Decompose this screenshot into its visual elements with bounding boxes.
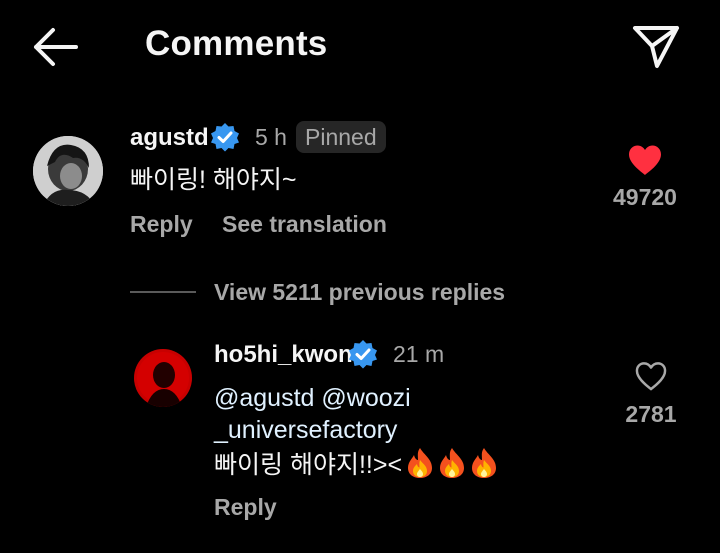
header: Comments (0, 0, 720, 95)
avatar-photo (33, 136, 103, 206)
reply-text-mention-cont[interactable]: _universefactory (214, 414, 397, 446)
verified-badge-icon (211, 123, 239, 152)
arrow-left-icon (34, 28, 78, 66)
verified-badge-icon (349, 340, 377, 369)
heart-filled-icon[interactable] (627, 144, 663, 176)
see-translation-button[interactable]: See translation (222, 211, 387, 238)
heart-outline-icon[interactable] (634, 361, 668, 391)
comment-text: 빠이링! 해야지~ (130, 166, 297, 194)
page-title: Comments (145, 24, 328, 63)
paper-plane-icon (633, 26, 679, 68)
fire-emoji-icon (472, 448, 497, 478)
reply-username[interactable]: ho5hi_kwon (214, 341, 353, 369)
reply-timestamp: 21 m (393, 341, 445, 367)
like-count: 2781 (625, 401, 677, 427)
reply-button[interactable]: Reply (130, 211, 193, 238)
view-previous-replies-button[interactable]: View 5211 previous replies (214, 279, 505, 306)
reply-text: 빠이링 해야지!!>< (214, 447, 498, 481)
share-button[interactable] (630, 22, 682, 70)
avatar[interactable] (33, 136, 103, 206)
comment-username[interactable]: agustd (130, 124, 209, 152)
like-count: 49720 (613, 184, 677, 210)
avatar-photo (134, 349, 192, 407)
reply-button[interactable]: Reply (214, 494, 277, 521)
replies-divider (130, 291, 196, 293)
avatar[interactable] (134, 349, 192, 407)
pinned-badge: Pinned (296, 121, 386, 153)
fire-emoji-icon (408, 448, 433, 478)
comment-timestamp: 5 h (255, 124, 287, 150)
fire-emoji-icon (440, 448, 465, 478)
back-button[interactable] (30, 26, 82, 68)
reply-text-mentions[interactable]: @agustd @woozi (214, 382, 411, 414)
reply-text-body: 빠이링 해야지!!>< (214, 451, 403, 479)
